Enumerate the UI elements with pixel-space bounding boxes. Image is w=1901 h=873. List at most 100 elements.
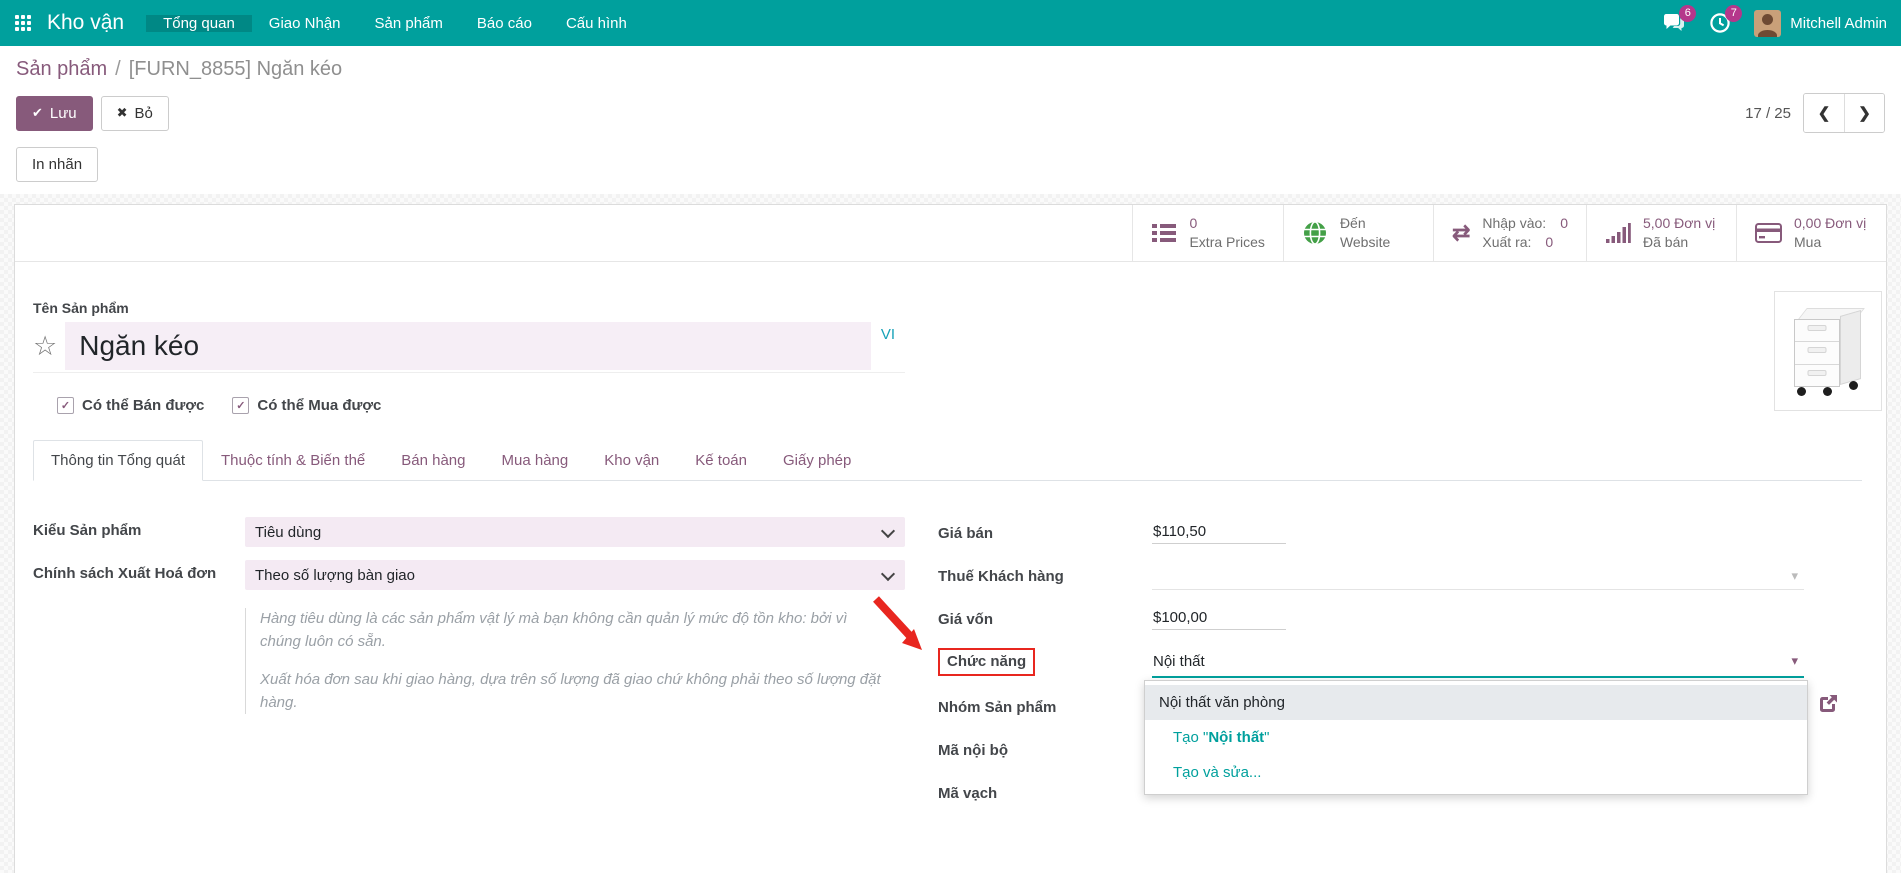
- create-option-term: Nội thất: [1208, 729, 1264, 746]
- nav-item-reporting[interactable]: Báo cáo: [460, 15, 549, 32]
- checkbox-check-icon: ✓: [232, 397, 249, 414]
- annotation-red-box: Chức năng: [938, 648, 1035, 677]
- function-category-input[interactable]: [1152, 653, 1804, 670]
- general-info-columns: Kiểu Sản phẩm Tiêu dùng Chính sách Xuất …: [33, 481, 1862, 820]
- control-panel: Sản phẩm / [FURN_8855] Ngăn kéo ✔ Lưu ✖ …: [0, 46, 1901, 194]
- barcode-label: Mã vạch: [938, 780, 1152, 804]
- apps-menu-button[interactable]: [0, 15, 43, 31]
- can-be-sold-checkbox[interactable]: ✓ Có thể Bán được: [57, 397, 204, 414]
- navbar-left: Kho vận Tổng quan Giao Nhận Sản phẩm Báo…: [0, 0, 644, 46]
- app-brand[interactable]: Kho vận: [43, 11, 146, 35]
- function-category-row: Chức năng ▾ Nội thất văn phòng Tạo "Nội …: [938, 646, 1862, 678]
- can-be-purchased-label: Có thể Mua được: [257, 397, 381, 414]
- messages-button[interactable]: 6: [1662, 12, 1686, 34]
- dropdown-option-create-edit[interactable]: Tạo và sửa...: [1145, 755, 1807, 790]
- tab-attributes-variants[interactable]: Thuộc tính & Biến thể: [203, 440, 383, 481]
- translation-language-tag[interactable]: VI: [871, 326, 905, 343]
- activities-button[interactable]: 7: [1708, 12, 1732, 34]
- create-option-suffix: ": [1264, 729, 1269, 746]
- sales-price-value[interactable]: $110,50: [1152, 520, 1286, 544]
- breadcrumb-parent-link[interactable]: Sản phẩm: [16, 58, 107, 81]
- stat-moves-in-label: Nhập vào:: [1482, 214, 1546, 233]
- cost-label: Giá vốn: [938, 606, 1152, 630]
- sales-price-row: Giá bán $110,50: [938, 517, 1862, 547]
- tab-purchase[interactable]: Mua hàng: [484, 440, 587, 481]
- stat-moves[interactable]: ⇄ Nhập vào: 0 Xuất ra: 0: [1433, 205, 1586, 261]
- stat-extra-prices-label: Extra Prices: [1189, 233, 1264, 252]
- invoice-policy-row: Chính sách Xuất Hoá đơn Theo số lượng bà…: [33, 560, 938, 590]
- save-button-label: Lưu: [50, 105, 77, 122]
- left-column: Kiểu Sản phẩm Tiêu dùng Chính sách Xuất …: [33, 517, 938, 820]
- pager-count: 17 / 25: [1745, 105, 1791, 122]
- tab-licenses[interactable]: Giấy phép: [765, 440, 869, 481]
- user-name: Mitchell Admin: [1790, 15, 1887, 32]
- inventory-app-page: Kho vận Tổng quan Giao Nhận Sản phẩm Báo…: [0, 0, 1901, 873]
- nav-item-operations[interactable]: Giao Nhận: [252, 15, 358, 32]
- stat-sold[interactable]: 5,00 Đơn vị Đã bán: [1586, 205, 1736, 261]
- credit-card-icon: [1755, 222, 1782, 244]
- checkbox-check-icon: ✓: [57, 397, 74, 414]
- product-name-input[interactable]: [65, 322, 871, 370]
- breadcrumb-separator: /: [115, 58, 121, 81]
- secondary-actions-row: In nhãn: [16, 147, 1885, 182]
- apps-grid-icon: [15, 15, 31, 31]
- print-label-button[interactable]: In nhãn: [16, 147, 98, 182]
- help-invoicing-text: Xuất hóa đơn sau khi giao hàng, dựa trên…: [260, 669, 890, 714]
- stat-button-bar: 0 Extra Prices Đến Website: [15, 205, 1886, 262]
- tab-general-information[interactable]: Thông tin Tổng quát: [33, 440, 203, 481]
- cost-value[interactable]: $100,00: [1152, 606, 1286, 630]
- pager-next-button[interactable]: ❯: [1844, 94, 1884, 132]
- customer-tax-row: Thuế Khách hàng ▾: [938, 560, 1862, 590]
- tab-sales[interactable]: Bán hàng: [383, 440, 483, 481]
- stat-extra-prices-value: 0: [1189, 214, 1264, 233]
- stat-purchased-label: Mua: [1794, 233, 1866, 252]
- product-name-label: Tên Sản phẩm: [33, 300, 1862, 316]
- globe-icon: [1302, 220, 1328, 246]
- check-icon: ✔: [32, 105, 43, 121]
- user-menu[interactable]: Mitchell Admin: [1754, 10, 1887, 37]
- nav-item-configuration[interactable]: Cấu hình: [549, 15, 644, 32]
- activities-badge: 7: [1725, 5, 1742, 22]
- can-be-purchased-checkbox[interactable]: ✓ Có thể Mua được: [232, 397, 381, 414]
- navbar-right: 6 7 Mitchell Admin: [1662, 0, 1901, 46]
- customer-tax-field[interactable]: ▾: [1152, 561, 1804, 590]
- tab-accounting[interactable]: Kế toán: [677, 440, 765, 481]
- favorite-star-icon[interactable]: ☆: [33, 333, 57, 360]
- form-background: 0 Extra Prices Đến Website: [0, 194, 1901, 873]
- stat-sold-value: 5,00 Đơn vị: [1643, 214, 1715, 233]
- caret-down-icon: ▾: [1791, 568, 1798, 584]
- nav-menu: Tổng quan Giao Nhận Sản phẩm Báo cáo Cấu…: [146, 15, 644, 32]
- function-category-field: ▾ Nội thất văn phòng Tạo "Nội thất" Tạo …: [1152, 646, 1804, 678]
- pager-previous-button[interactable]: ❮: [1804, 94, 1844, 132]
- function-category-label: Chức năng: [947, 653, 1026, 670]
- right-column: Giá bán $110,50 Thuế Khách hàng ▾ Giá vố…: [938, 517, 1862, 820]
- help-consumable-text: Hàng tiêu dùng là các sản phẩm vật lý mà…: [260, 608, 890, 653]
- dropdown-option-existing[interactable]: Nội thất văn phòng: [1145, 685, 1807, 720]
- breadcrumb: Sản phẩm / [FURN_8855] Ngăn kéo: [16, 58, 1885, 81]
- product-image[interactable]: [1774, 291, 1882, 411]
- stat-website-value: Đến: [1340, 214, 1390, 233]
- stat-website[interactable]: Đến Website: [1283, 205, 1433, 261]
- product-type-select[interactable]: Tiêu dùng: [245, 517, 905, 547]
- stat-moves-out-label: Xuất ra:: [1482, 233, 1531, 252]
- breadcrumb-current: [FURN_8855] Ngăn kéo: [129, 58, 342, 81]
- invoice-policy-select[interactable]: Theo số lượng bàn giao: [245, 560, 905, 590]
- cost-row: Giá vốn $100,00: [938, 603, 1862, 633]
- autocomplete-dropdown: Nội thất văn phòng Tạo "Nội thất" Tạo và…: [1144, 680, 1808, 795]
- nav-item-overview[interactable]: Tổng quan: [146, 15, 252, 32]
- internal-reference-label: Mã nội bộ: [938, 737, 1152, 761]
- customer-tax-label: Thuế Khách hàng: [938, 563, 1152, 587]
- form-main: Tên Sản phẩm ☆ VI ✓ Có thể Bán được ✓ Có…: [15, 300, 1886, 820]
- stat-extra-prices[interactable]: 0 Extra Prices: [1132, 205, 1282, 261]
- nav-item-products[interactable]: Sản phẩm: [358, 15, 460, 32]
- stat-purchased[interactable]: 0,00 Đơn vị Mua: [1736, 205, 1886, 261]
- drawer-cabinet-illustration: [1791, 306, 1865, 396]
- list-icon: [1151, 221, 1177, 245]
- save-button[interactable]: ✔ Lưu: [16, 96, 93, 131]
- discard-button[interactable]: ✖ Bỏ: [101, 96, 169, 131]
- action-buttons-row: ✔ Lưu ✖ Bỏ 17 / 25 ❮ ❯: [16, 93, 1885, 133]
- tab-inventory[interactable]: Kho vận: [586, 440, 677, 481]
- dropdown-option-create[interactable]: Tạo "Nội thất": [1145, 720, 1807, 755]
- product-category-label: Nhóm Sản phẩm: [938, 694, 1152, 718]
- stat-sold-label: Đã bán: [1643, 233, 1715, 252]
